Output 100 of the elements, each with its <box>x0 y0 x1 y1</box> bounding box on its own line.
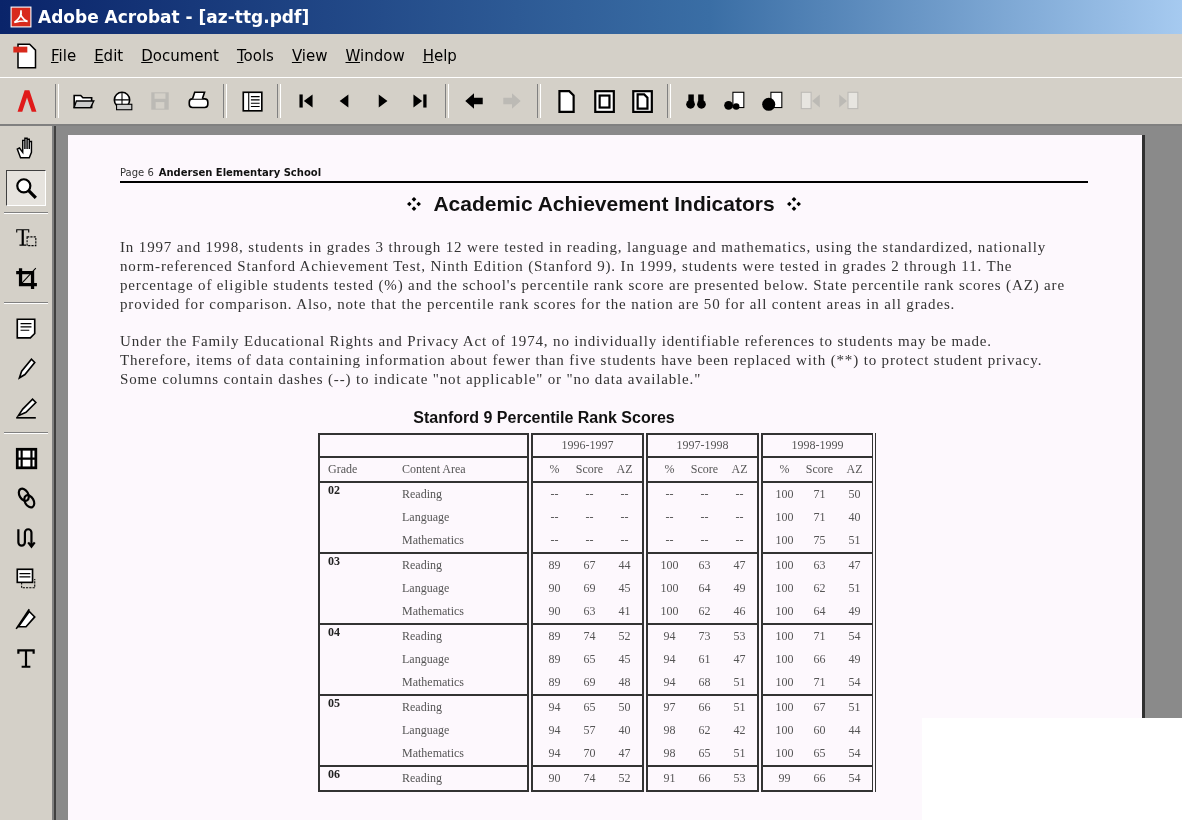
table-cell: 66 <box>698 771 711 785</box>
note-icon[interactable] <box>14 316 38 340</box>
table-cell: 49 <box>848 604 861 618</box>
table-cell: 100 <box>775 510 794 524</box>
table-cell: 47 <box>733 652 746 666</box>
table-cell: 100 <box>775 604 794 618</box>
menu-item[interactable]: View <box>284 46 335 65</box>
table-cell: 50 <box>848 487 861 501</box>
table-cell: 54 <box>848 771 861 785</box>
table-cell: 89 <box>548 652 561 666</box>
table-cell: 53 <box>733 771 746 785</box>
table-cell: 65 <box>583 652 596 666</box>
table-cell: 49 <box>733 581 746 595</box>
table-cell: 94 <box>548 700 561 714</box>
column-header: AZ <box>607 457 645 482</box>
table-cell: 66 <box>698 700 711 714</box>
table-cell: 05 <box>328 696 340 710</box>
table-cell: 100 <box>660 604 679 618</box>
table-cell: 62 <box>698 604 711 618</box>
table-cell: 65 <box>698 746 711 760</box>
page-icon[interactable] <box>592 89 616 113</box>
table-cell: 94 <box>548 746 561 760</box>
signature-icon[interactable] <box>14 606 38 630</box>
column-header: % <box>645 457 687 482</box>
table-cell: 47 <box>618 746 631 760</box>
table-cell: 100 <box>775 533 794 547</box>
table-cell: 52 <box>618 771 631 785</box>
table-cell: 94 <box>548 723 561 737</box>
table-cell: Reading <box>402 771 442 785</box>
table-cell: 48 <box>618 675 631 689</box>
menu-item[interactable]: Document <box>134 46 226 65</box>
table-cell: 02 <box>328 483 340 497</box>
table-cell: 51 <box>848 581 861 595</box>
movie-icon[interactable] <box>14 446 38 470</box>
column-group-header: 1996-1997 <box>530 434 645 457</box>
table-cell: -- <box>550 510 559 524</box>
table-cell: 54 <box>848 675 861 689</box>
table-cell: 100 <box>775 629 794 643</box>
menu-item[interactable]: Help <box>415 46 464 65</box>
column-header: Score <box>687 457 722 482</box>
form-icon[interactable] <box>14 566 38 590</box>
page-icon[interactable] <box>630 89 654 113</box>
table-cell: 71 <box>813 675 826 689</box>
table-cell: 65 <box>813 746 826 760</box>
table-cell: 94 <box>663 652 676 666</box>
paragraph: In 1997 and 1998, students in grades 3 through 12 were tested in reading, language and mathematics, using the standardized, nationally norm-referenced Stanford Achievement Test, Ninth Edition (Stanford 9). In 1999, students were tested in grades 2 through 11. The percentage of eligible students tested (%) and the school's percentile rank score are presented below. State percentile rank scores (AZ) are provided for comparison. Also, note that the percentile rank scores for the nation are 50 for all content areas in all grades. <box>120 238 1065 314</box>
table-cell: 100 <box>775 487 794 501</box>
table-cell: 68 <box>698 675 711 689</box>
column-header: % <box>530 457 572 482</box>
article-icon[interactable] <box>14 526 38 550</box>
column-header: % <box>760 457 802 482</box>
table-cell: -- <box>665 487 674 501</box>
table-cell: Mathematics <box>402 675 464 689</box>
table-cell: 97 <box>663 700 676 714</box>
table-cell: 74 <box>583 629 596 643</box>
table-title: Stanford 9 Percentile Rank Scores <box>412 409 676 427</box>
table-cell: 63 <box>813 558 826 572</box>
zoom-tool[interactable] <box>6 170 46 206</box>
table-cell: 67 <box>583 558 596 572</box>
school-name: Andersen Elementary School <box>158 167 322 178</box>
table-cell: 98 <box>663 746 676 760</box>
column-header: Grade <box>319 457 402 482</box>
table-cell: 89 <box>548 558 561 572</box>
table-cell: 94 <box>663 629 676 643</box>
table-cell: Language <box>402 510 450 524</box>
menu-item[interactable]: Window <box>338 46 412 65</box>
table-cell: 42 <box>733 723 746 737</box>
table-cell: Language <box>402 723 450 737</box>
table-cell: 51 <box>848 700 861 714</box>
table-cell: 69 <box>583 675 596 689</box>
table-cell: 90 <box>548 604 561 618</box>
table-cell: 100 <box>775 746 794 760</box>
table-cell: -- <box>620 510 629 524</box>
typewriter-icon[interactable] <box>14 646 38 670</box>
table-cell: Language <box>402 581 450 595</box>
table-cell: 94 <box>663 675 676 689</box>
highlighter-icon[interactable] <box>14 396 38 420</box>
table-cell: 91 <box>663 771 676 785</box>
table-cell: 65 <box>583 700 596 714</box>
table-cell: 62 <box>698 723 711 737</box>
table-cell: 100 <box>775 558 794 572</box>
window-title: Adobe Acrobat - [az-ttg.pdf] <box>38 7 310 27</box>
menu-item[interactable]: Edit <box>87 46 131 65</box>
table-cell: -- <box>665 510 674 524</box>
table-cell: 46 <box>733 604 746 618</box>
menu-item[interactable]: File <box>44 46 84 65</box>
table-cell: 54 <box>848 629 861 643</box>
zoom-icon[interactable] <box>14 176 38 200</box>
table-cell: -- <box>700 487 709 501</box>
panel-icon[interactable] <box>240 89 264 113</box>
table-cell: -- <box>735 487 744 501</box>
table-cell: 45 <box>618 581 631 595</box>
table-cell: 100 <box>660 581 679 595</box>
crop-icon[interactable] <box>14 266 38 290</box>
table-cell: 74 <box>583 771 596 785</box>
table-cell: 100 <box>775 581 794 595</box>
table-cell: 98 <box>663 723 676 737</box>
menu-item[interactable]: Tools <box>229 46 281 65</box>
column-header: Content Area <box>402 457 530 482</box>
table-cell: 71 <box>813 629 826 643</box>
